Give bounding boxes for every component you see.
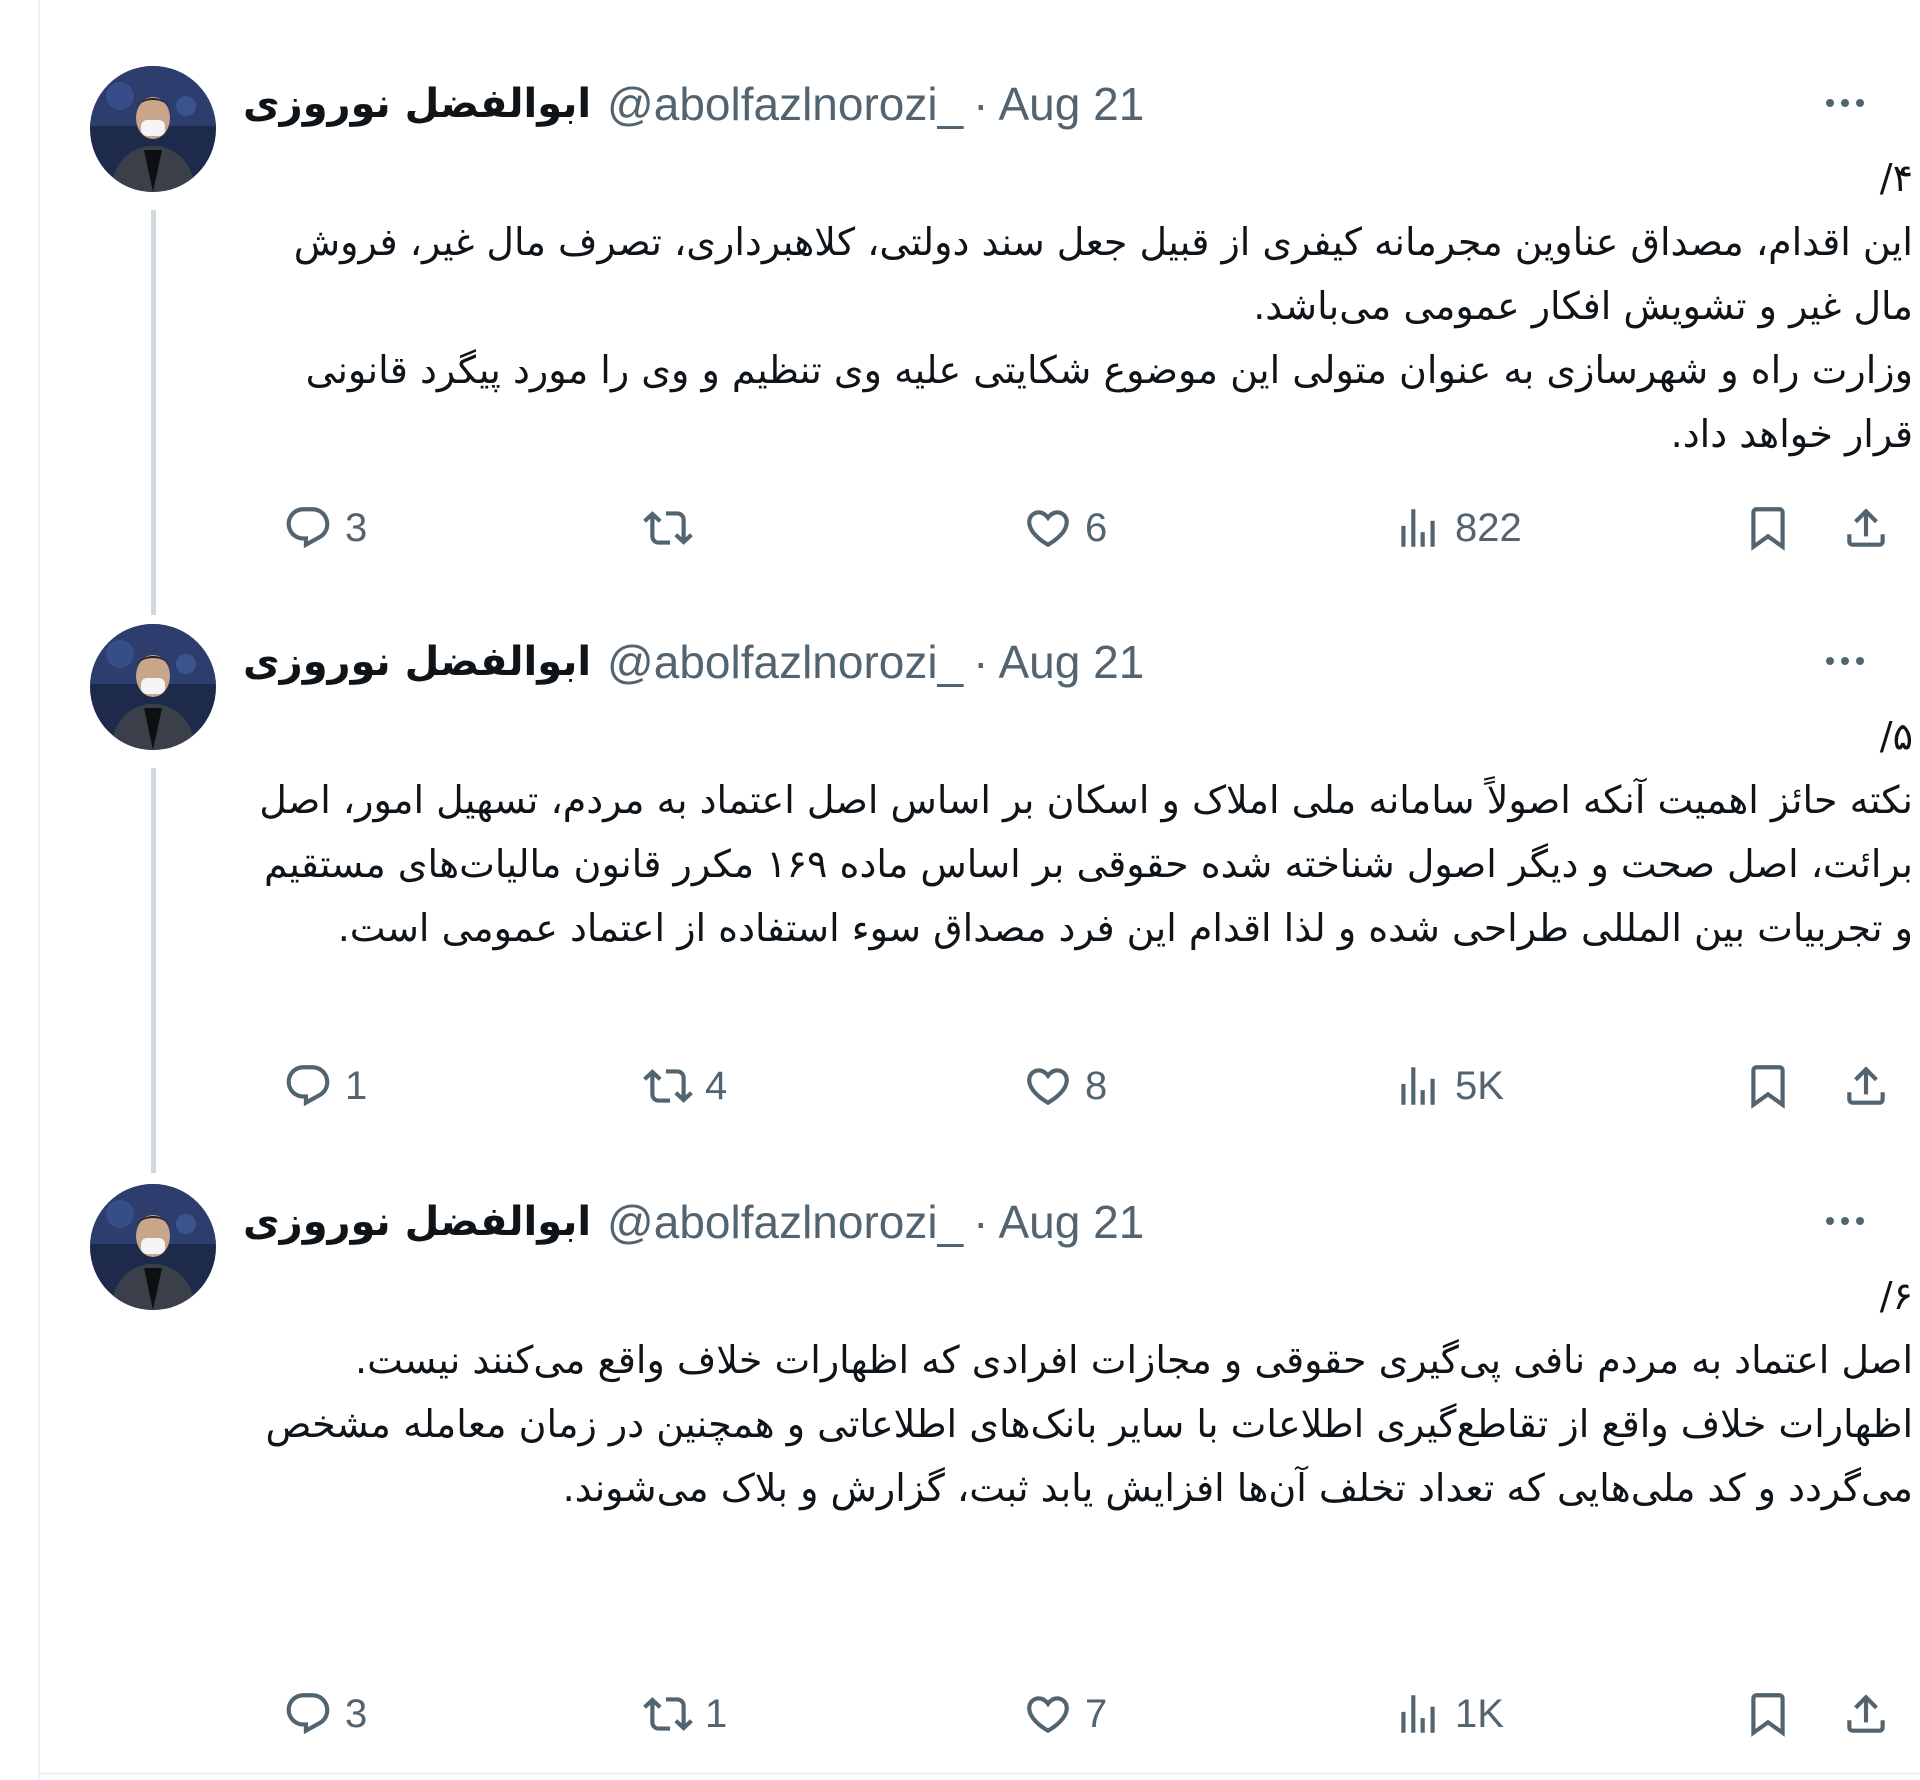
- share-button[interactable]: [1841, 1686, 1891, 1742]
- views-icon: [1401, 1067, 1435, 1105]
- thread-connector-line: [151, 768, 156, 1173]
- more-icon[interactable]: [1810, 1196, 1880, 1246]
- retweet-button[interactable]: 1: [643, 1686, 727, 1742]
- tweet-header: ابوالفضل نوروزی @abolfazlnorozi_ · Aug 2…: [243, 632, 1144, 692]
- reply-icon: [286, 1065, 330, 1107]
- tweet-date[interactable]: Aug 21: [999, 77, 1145, 131]
- reply-icon: [286, 1693, 330, 1735]
- header-separator: ·: [973, 1196, 989, 1248]
- tweet-actions: 1 4 8 5K: [243, 1058, 1920, 1114]
- reply-icon: [286, 507, 330, 549]
- avatar[interactable]: [90, 1184, 216, 1310]
- author-handle[interactable]: @abolfazlnorozi_: [607, 635, 963, 689]
- like-count: 7: [1085, 1691, 1108, 1736]
- heart-icon: [1027, 510, 1069, 548]
- share-button[interactable]: [1841, 1058, 1891, 1114]
- views-icon: [1401, 509, 1435, 547]
- retweet-button[interactable]: [643, 500, 705, 556]
- author-handle[interactable]: @abolfazlnorozi_: [607, 77, 963, 131]
- like-button[interactable]: 8: [1023, 1058, 1107, 1114]
- share-button[interactable]: [1841, 500, 1891, 556]
- author-name[interactable]: ابوالفضل نوروزی: [243, 81, 591, 127]
- retweet-icon: [643, 1069, 693, 1103]
- like-count: 8: [1085, 1063, 1108, 1108]
- bookmark-icon: [1751, 1065, 1785, 1109]
- views-count: 822: [1455, 505, 1522, 550]
- share-icon: [1847, 1694, 1885, 1733]
- tweet-text: ۵/ نکته حائز اهمیت آنکه اصولاً سامانه مل…: [259, 714, 1913, 950]
- reply-count: 3: [345, 505, 368, 550]
- heart-icon: [1027, 1696, 1069, 1734]
- views-count: 1K: [1455, 1691, 1504, 1736]
- views-button[interactable]: 822: [1393, 500, 1522, 556]
- views-count: 5K: [1455, 1063, 1504, 1108]
- heart-icon: [1027, 1068, 1069, 1106]
- tweet-thread: ابوالفضل نوروزی @abolfazlnorozi_ · Aug 2…: [40, 0, 1920, 1780]
- tweet-header: ابوالفضل نوروزی @abolfazlnorozi_ · Aug 2…: [243, 74, 1144, 134]
- like-button[interactable]: 7: [1023, 1686, 1107, 1742]
- author-handle[interactable]: @abolfazlnorozi_: [607, 1195, 963, 1249]
- avatar-image: [90, 1184, 216, 1310]
- bookmark-icon: [1751, 1693, 1785, 1737]
- reply-count: 3: [345, 1691, 368, 1736]
- header-separator: ·: [973, 636, 989, 688]
- bookmark-icon: [1751, 507, 1785, 551]
- like-button[interactable]: 6: [1023, 500, 1107, 556]
- retweet-icon: [643, 1697, 693, 1731]
- views-button[interactable]: 1K: [1393, 1686, 1504, 1742]
- tweet-header: ابوالفضل نوروزی @abolfazlnorozi_ · Aug 2…: [243, 1192, 1144, 1252]
- bookmark-button[interactable]: [1743, 1058, 1793, 1114]
- header-separator: ·: [973, 78, 989, 130]
- retweet-count: 1: [705, 1691, 728, 1736]
- avatar-image: [90, 66, 216, 192]
- timeline-bottom-border: [38, 1772, 1920, 1775]
- reply-button[interactable]: 1: [283, 1058, 367, 1114]
- thread-connector-line: [151, 210, 156, 615]
- reply-button[interactable]: 3: [283, 500, 367, 556]
- views-icon: [1401, 1695, 1435, 1733]
- retweet-button[interactable]: 4: [643, 1058, 727, 1114]
- views-button[interactable]: 5K: [1393, 1058, 1504, 1114]
- more-icon[interactable]: [1810, 636, 1880, 686]
- tweet-actions: 3 1 7 1K: [243, 1686, 1920, 1742]
- tweet-text: ۴/ این اقدام، مصداق عناوین مجرمانه کیفری…: [293, 156, 1913, 456]
- avatar[interactable]: [90, 66, 216, 192]
- share-icon: [1847, 1066, 1885, 1105]
- avatar[interactable]: [90, 624, 216, 750]
- tweet-date[interactable]: Aug 21: [999, 1195, 1145, 1249]
- retweet-count: 4: [705, 1063, 728, 1108]
- author-name[interactable]: ابوالفضل نوروزی: [243, 639, 591, 685]
- reply-button[interactable]: 3: [283, 1686, 367, 1742]
- like-count: 6: [1085, 505, 1108, 550]
- more-icon[interactable]: [1810, 78, 1880, 128]
- author-name[interactable]: ابوالفضل نوروزی: [243, 1199, 591, 1245]
- bookmark-button[interactable]: [1743, 500, 1793, 556]
- bookmark-button[interactable]: [1743, 1686, 1793, 1742]
- reply-count: 1: [345, 1063, 368, 1108]
- tweet-text: ۶/ اصل اعتماد به مردم نافی پی‌گیری حقوقی…: [265, 1274, 1913, 1510]
- retweet-icon: [643, 511, 693, 545]
- tweet-date[interactable]: Aug 21: [999, 635, 1145, 689]
- tweet-actions: 3 6 822: [243, 500, 1920, 556]
- share-icon: [1847, 508, 1885, 547]
- avatar-image: [90, 624, 216, 750]
